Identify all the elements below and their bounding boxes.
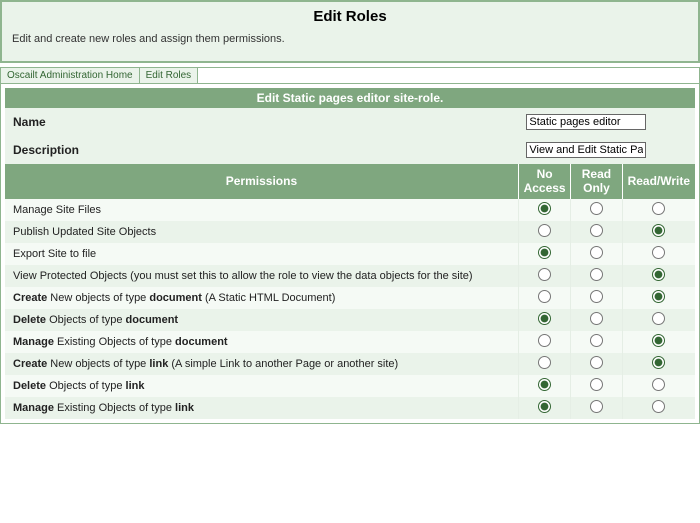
breadcrumb: Oscailt Administration HomeEdit Roles xyxy=(0,67,700,84)
read-write-radio[interactable] xyxy=(652,356,665,369)
read-only-radio[interactable] xyxy=(590,202,603,215)
read-only-cell xyxy=(571,287,622,309)
permission-row: Manage Existing Objects of type link xyxy=(5,397,695,419)
read-only-cell xyxy=(571,375,622,397)
read-write-radio[interactable] xyxy=(652,290,665,303)
read-write-cell xyxy=(622,375,695,397)
read-write-cell xyxy=(622,199,695,221)
read-only-radio[interactable] xyxy=(590,312,603,325)
no-access-header: No Access xyxy=(518,164,570,199)
permission-label: Delete Objects of type link xyxy=(5,375,518,397)
permission-row: Delete Objects of type link xyxy=(5,375,695,397)
no-access-cell xyxy=(518,397,570,419)
no-access-radio[interactable] xyxy=(538,202,551,215)
read-write-radio[interactable] xyxy=(652,378,665,391)
breadcrumb-item[interactable]: Oscailt Administration Home xyxy=(1,68,140,83)
permission-label: Manage Existing Objects of type link xyxy=(5,397,518,419)
no-access-cell xyxy=(518,353,570,375)
permissions-header: Permissions xyxy=(5,164,518,199)
permission-label: Manage Site Files xyxy=(5,199,518,221)
no-access-radio[interactable] xyxy=(538,224,551,237)
permission-label: Export Site to file xyxy=(5,243,518,265)
name-input[interactable] xyxy=(526,114,646,130)
read-only-radio[interactable] xyxy=(590,400,603,413)
read-only-cell xyxy=(571,221,622,243)
read-write-radio[interactable] xyxy=(652,202,665,215)
read-write-radio[interactable] xyxy=(652,312,665,325)
read-write-radio[interactable] xyxy=(652,334,665,347)
content-panel: Edit Static pages editor site-role. Name… xyxy=(0,84,700,424)
read-only-radio[interactable] xyxy=(590,268,603,281)
no-access-cell xyxy=(518,375,570,397)
read-only-radio[interactable] xyxy=(590,378,603,391)
breadcrumb-item[interactable]: Edit Roles xyxy=(140,68,199,83)
permission-label: Create New objects of type link (A simpl… xyxy=(5,353,518,375)
no-access-radio[interactable] xyxy=(538,268,551,281)
no-access-radio[interactable] xyxy=(538,400,551,413)
read-only-cell xyxy=(571,243,622,265)
read-write-radio[interactable] xyxy=(652,224,665,237)
no-access-radio[interactable] xyxy=(538,378,551,391)
read-write-radio[interactable] xyxy=(652,246,665,259)
no-access-cell xyxy=(518,199,570,221)
role-form: Edit Static pages editor site-role. Name… xyxy=(5,88,695,419)
read-write-cell xyxy=(622,287,695,309)
page-subtitle: Edit and create new roles and assign the… xyxy=(12,33,688,45)
read-only-radio[interactable] xyxy=(590,356,603,369)
permission-row: Manage Existing Objects of type document xyxy=(5,331,695,353)
no-access-radio[interactable] xyxy=(538,356,551,369)
read-only-radio[interactable] xyxy=(590,290,603,303)
read-only-radio[interactable] xyxy=(590,246,603,259)
description-input[interactable] xyxy=(526,142,646,158)
permission-label: Manage Existing Objects of type document xyxy=(5,331,518,353)
permission-row: Delete Objects of type document xyxy=(5,309,695,331)
read-write-cell xyxy=(622,221,695,243)
section-header: Edit Static pages editor site-role. xyxy=(5,88,695,108)
permission-label: Create New objects of type document (A S… xyxy=(5,287,518,309)
header-panel: Edit Roles Edit and create new roles and… xyxy=(0,0,700,63)
read-write-header: Read/Write xyxy=(622,164,695,199)
read-only-cell xyxy=(571,397,622,419)
read-write-cell xyxy=(622,331,695,353)
permission-row: Create New objects of type link (A simpl… xyxy=(5,353,695,375)
permission-label: Publish Updated Site Objects xyxy=(5,221,518,243)
read-write-cell xyxy=(622,309,695,331)
read-only-radio[interactable] xyxy=(590,334,603,347)
read-only-header: Read Only xyxy=(571,164,622,199)
permission-row: Export Site to file xyxy=(5,243,695,265)
no-access-radio[interactable] xyxy=(538,334,551,347)
permission-row: Create New objects of type document (A S… xyxy=(5,287,695,309)
description-label: Description xyxy=(5,136,518,164)
read-only-cell xyxy=(571,353,622,375)
read-write-cell xyxy=(622,265,695,287)
read-only-cell xyxy=(571,199,622,221)
name-label: Name xyxy=(5,108,518,136)
read-write-radio[interactable] xyxy=(652,268,665,281)
no-access-radio[interactable] xyxy=(538,246,551,259)
read-only-cell xyxy=(571,265,622,287)
no-access-cell xyxy=(518,331,570,353)
no-access-cell xyxy=(518,287,570,309)
permission-row: Publish Updated Site Objects xyxy=(5,221,695,243)
permission-label: View Protected Objects (you must set thi… xyxy=(5,265,518,287)
permission-row: View Protected Objects (you must set thi… xyxy=(5,265,695,287)
read-write-radio[interactable] xyxy=(652,400,665,413)
no-access-radio[interactable] xyxy=(538,290,551,303)
no-access-cell xyxy=(518,265,570,287)
read-write-cell xyxy=(622,353,695,375)
permission-label: Delete Objects of type document xyxy=(5,309,518,331)
read-only-cell xyxy=(571,309,622,331)
no-access-cell xyxy=(518,243,570,265)
no-access-cell xyxy=(518,221,570,243)
read-write-cell xyxy=(622,243,695,265)
no-access-radio[interactable] xyxy=(538,312,551,325)
permission-row: Manage Site Files xyxy=(5,199,695,221)
read-write-cell xyxy=(622,397,695,419)
page-title: Edit Roles xyxy=(12,8,688,25)
no-access-cell xyxy=(518,309,570,331)
read-only-cell xyxy=(571,331,622,353)
read-only-radio[interactable] xyxy=(590,224,603,237)
